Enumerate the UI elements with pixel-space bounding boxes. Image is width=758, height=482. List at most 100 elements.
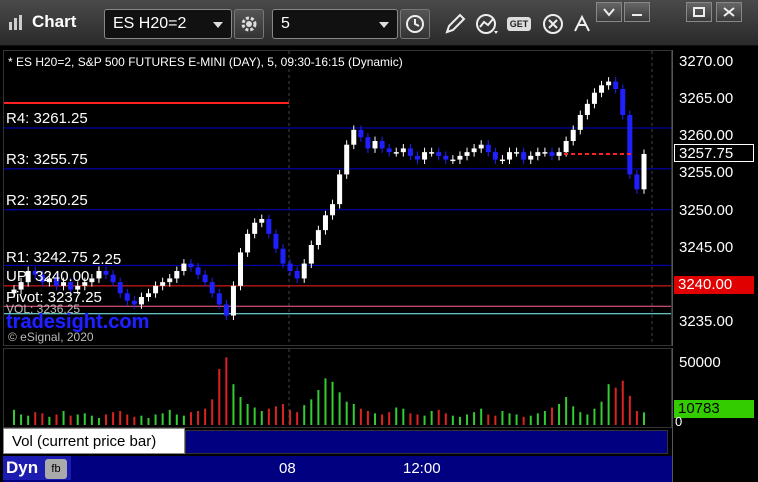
- time-axis[interactable]: 08 12:00: [3, 456, 672, 482]
- candle-body: [393, 152, 399, 154]
- candle-body: [96, 271, 102, 279]
- volume-bar: [345, 401, 348, 425]
- volume-axis[interactable]: 50000 10783 0: [672, 348, 758, 429]
- link-icon: [574, 14, 590, 32]
- volume-bar: [409, 413, 412, 425]
- candle-body: [542, 152, 548, 154]
- candle-body: [450, 159, 456, 162]
- facebook-icon[interactable]: fb: [45, 459, 67, 479]
- candle-body: [584, 103, 590, 115]
- volume-bar: [444, 413, 447, 425]
- window-menu-button[interactable]: [596, 2, 622, 22]
- volume-bar: [635, 411, 638, 425]
- close-icon: [723, 7, 735, 17]
- volume-bar: [395, 407, 398, 425]
- candle-body: [528, 155, 534, 160]
- time-tick-08: 08: [279, 460, 296, 477]
- candle-body: [308, 245, 314, 264]
- candle-body: [464, 152, 470, 156]
- cancel-button[interactable]: [538, 10, 568, 38]
- level-label-r4: R4: 3261.25: [6, 110, 88, 127]
- symbol-select[interactable]: ES H20=2: [104, 9, 232, 39]
- volume-bar: [90, 415, 93, 425]
- maximize-button[interactable]: [686, 2, 712, 22]
- volume-bar: [253, 407, 256, 425]
- volume-bar: [55, 414, 58, 425]
- volume-bar: [381, 414, 384, 425]
- maximize-icon: [693, 7, 705, 17]
- candle-body: [337, 174, 343, 205]
- close-window-button[interactable]: [716, 2, 742, 22]
- clock-icon: [406, 15, 424, 33]
- vol-legend[interactable]: Vol (current price bar): [3, 428, 185, 454]
- price-axis-tick: 3245.00: [679, 238, 734, 256]
- volume-bar: [317, 390, 320, 425]
- candle-body: [181, 263, 187, 271]
- candle-body: [252, 222, 258, 234]
- price-axis-tick: 3255.00: [679, 164, 734, 182]
- volume-bar: [126, 414, 129, 425]
- volume-bar: [579, 412, 582, 425]
- volume-bar: [34, 412, 37, 425]
- volume-bar: [437, 409, 440, 425]
- symbol-settings-button[interactable]: [234, 9, 264, 39]
- minimize-button[interactable]: [624, 2, 650, 22]
- candle-body: [273, 233, 279, 249]
- volume-bar: [62, 411, 65, 425]
- study-line-icon: [476, 14, 498, 34]
- volume-bar: [189, 412, 192, 425]
- volume-bar: [133, 416, 136, 425]
- candle-body: [436, 152, 442, 156]
- volume-bar: [529, 415, 532, 425]
- price-axis-tick: 3250.00: [679, 201, 734, 219]
- app-title: Chart: [8, 12, 76, 32]
- draw-tool-button[interactable]: [440, 10, 470, 38]
- volume-bar: [218, 369, 221, 425]
- volume-bar: [324, 378, 327, 425]
- vol-legend-close-button[interactable]: ×: [170, 428, 177, 442]
- candle-body: [245, 233, 251, 253]
- interval-select[interactable]: 5: [272, 9, 398, 39]
- candle-body: [202, 274, 208, 283]
- candle-body: [414, 155, 420, 160]
- candle-body: [535, 152, 541, 156]
- volume-bar: [239, 397, 242, 425]
- volume-bar: [175, 414, 178, 425]
- volume-bar: [451, 415, 454, 425]
- studies-button[interactable]: [472, 10, 502, 38]
- volume-bar: [13, 409, 15, 425]
- get-button[interactable]: GET: [504, 10, 534, 38]
- candle-body: [627, 115, 633, 175]
- volume-bar: [416, 414, 419, 425]
- candle-body: [330, 204, 336, 216]
- volume-pane[interactable]: [3, 348, 672, 428]
- price-pane[interactable]: [3, 50, 672, 346]
- volume-bar: [458, 416, 461, 425]
- volume-bar: [154, 414, 157, 425]
- candle-body: [613, 81, 619, 89]
- price-axis[interactable]: 3270.00 3265.00 3260.00 3255.00 3250.00 3245.…: [672, 50, 758, 346]
- volume-bar: [338, 392, 341, 425]
- candle-body: [478, 144, 484, 149]
- volume-bar: [572, 406, 575, 425]
- candle-body: [195, 267, 201, 275]
- candle-body: [344, 144, 350, 175]
- candle-body: [238, 252, 244, 286]
- toolbar: Chart ES H20=2 5 GET: [0, 0, 758, 46]
- candle-body: [294, 271, 300, 279]
- symbol-value: ES H20=2: [113, 15, 187, 32]
- volume-bar: [607, 384, 610, 425]
- price-axis-tick: 3260.00: [679, 127, 734, 145]
- volume-bar: [281, 404, 284, 425]
- chart-header: * ES H20=2, S&P 500 FUTURES E-MINI (DAY)…: [8, 55, 403, 69]
- candle-body: [422, 152, 428, 160]
- link-symbol-button[interactable]: [567, 10, 597, 38]
- candle-body: [117, 282, 123, 294]
- volume-bar: [586, 414, 589, 425]
- candle-body: [507, 152, 513, 160]
- candle-body: [457, 155, 463, 160]
- volume-bar: [105, 414, 108, 425]
- candle-body: [599, 85, 605, 93]
- interval-clock-button[interactable]: [400, 9, 430, 39]
- volume-bar: [374, 413, 377, 425]
